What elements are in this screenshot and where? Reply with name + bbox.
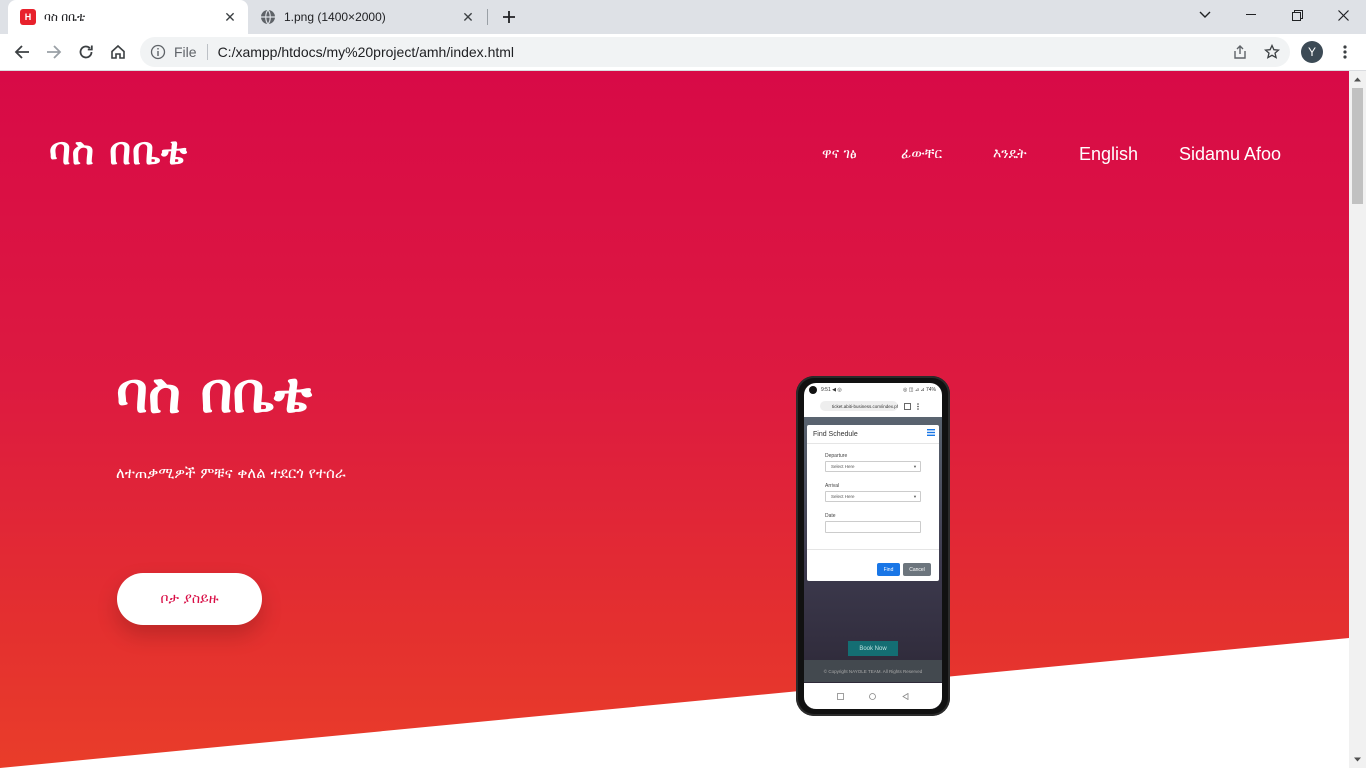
phone-status-left: 9:51 ◀ ◎ (821, 387, 842, 393)
nav-english[interactable]: English (1079, 142, 1138, 166)
chevron-down-icon (1199, 11, 1211, 18)
book-seat-button[interactable]: ቦታ ያስይዙ (117, 573, 262, 625)
modal-divider (807, 443, 939, 444)
phone-find-schedule-modal: Find Schedule Departure Select Here ▼ Ar… (807, 425, 939, 581)
site-favicon-icon: H (20, 9, 36, 25)
profile-avatar[interactable]: Y (1301, 41, 1323, 63)
phone-mockup-image: 9:51 ◀ ◎ ◎ ◫ ⊿ ⊿ 74% ticket.abiti-busine… (796, 376, 950, 716)
restore-button[interactable] (1274, 0, 1320, 30)
phone-tabs-icon (904, 402, 911, 410)
triangle-back-icon (902, 692, 909, 700)
scheme-label: File (174, 44, 197, 60)
star-icon[interactable] (1264, 44, 1280, 60)
share-icon[interactable] (1232, 44, 1248, 60)
tab-inactive[interactable]: 1.png (1400×2000) ✕ (250, 0, 486, 34)
minimize-button[interactable] (1228, 0, 1274, 30)
departure-label: Departure (825, 453, 848, 459)
phone-menu-icon (917, 402, 919, 410)
arrival-label: Arrival (825, 483, 840, 489)
modal-divider (807, 549, 939, 550)
page-scrollbar[interactable] (1349, 71, 1366, 768)
page-viewport: ባስ በቤቴ ዋና ገፅ ፊውቸር እንዴት English Sidamu Af… (0, 71, 1349, 768)
scrollbar-thumb[interactable] (1352, 88, 1363, 204)
tab-search-button[interactable] (1182, 0, 1228, 30)
phone-url-text: ticket.abiti-business.com/index.ph (820, 401, 898, 411)
tab-active[interactable]: H ባስ በቤቴ ✕ (8, 0, 248, 34)
hero-title: ባስ በቤቴ (116, 361, 312, 426)
phone-status-right: ◎ ◫ ⊿ ⊿ 74% (902, 387, 936, 393)
circle-icon (869, 692, 877, 700)
restore-icon (1291, 9, 1303, 21)
hero-subtitle: ለተጠቃሚዎች ምቹና ቀለል ተደርጎ የተሰራ (116, 464, 346, 482)
hamburger-icon (927, 429, 935, 436)
home-icon (111, 44, 125, 59)
square-icon (836, 692, 844, 700)
info-icon[interactable] (150, 44, 166, 60)
minimize-icon (1246, 14, 1256, 15)
arrival-select: Select Here ▼ (825, 491, 921, 502)
address-bar[interactable]: File C:/xampp/htdocs/my%20project/amh/in… (140, 37, 1290, 67)
phone-find-button: Find (877, 563, 900, 576)
arrow-left-icon (14, 45, 29, 59)
phone-footer: © Copyright NAYOLE TEAM. All Rights Rese… (804, 660, 942, 682)
caret-down-icon: ▼ (913, 464, 917, 469)
close-window-button[interactable] (1320, 0, 1366, 30)
phone-screen: 9:51 ◀ ◎ ◎ ◫ ⊿ ⊿ 74% ticket.abiti-busine… (804, 383, 942, 709)
departure-select: Select Here ▼ (825, 461, 921, 472)
forward-button[interactable] (40, 38, 68, 66)
close-icon (1337, 9, 1349, 21)
tab-divider (487, 9, 488, 25)
url-text[interactable]: C:/xampp/htdocs/my%20project/amh/index.h… (218, 44, 514, 60)
phone-status-bar: 9:51 ◀ ◎ ◎ ◫ ⊿ ⊿ 74% (804, 383, 942, 397)
nav-sidamu-afoo[interactable]: Sidamu Afoo (1179, 142, 1281, 166)
nav-features[interactable]: ፊውቸር (901, 142, 942, 166)
new-tab-button[interactable] (497, 5, 521, 29)
arrow-right-icon (47, 45, 62, 59)
close-tab-icon[interactable]: ✕ (458, 7, 478, 27)
globe-icon (261, 9, 275, 25)
browser-menu-button[interactable] (1331, 38, 1359, 66)
phone-url-bar: ticket.abiti-business.com/index.ph (804, 397, 942, 415)
site-logo[interactable]: ባስ በቤቴ (49, 129, 188, 174)
reload-icon (79, 45, 93, 59)
phone-cancel-button: Cancel (903, 563, 931, 576)
browser-toolbar: File C:/xampp/htdocs/my%20project/amh/in… (0, 34, 1366, 71)
back-button[interactable] (8, 38, 36, 66)
date-input (825, 521, 921, 533)
close-tab-icon[interactable]: ✕ (220, 7, 240, 27)
tab-title: 1.png (1400×2000) (284, 10, 386, 24)
departure-value: Select Here (831, 464, 855, 469)
phone-nav-bar (804, 683, 942, 709)
nav-how[interactable]: እንዴት (993, 142, 1027, 166)
tab-title: ባስ በቤቴ (44, 9, 86, 24)
browser-tab-strip: H ባስ በቤቴ ✕ 1.png (1400×2000) ✕ (0, 0, 1366, 34)
arrival-value: Select Here (831, 494, 855, 499)
caret-down-icon: ▼ (913, 494, 917, 499)
phone-book-now-button: Book Now (848, 641, 898, 656)
scroll-down-icon[interactable] (1353, 755, 1362, 764)
date-label: Date (825, 513, 836, 519)
reload-button[interactable] (72, 38, 100, 66)
modal-title: Find Schedule (813, 431, 858, 438)
home-button[interactable] (104, 38, 132, 66)
kebab-menu-icon (1343, 45, 1347, 59)
scroll-up-icon[interactable] (1353, 75, 1362, 84)
plus-icon (503, 11, 515, 23)
nav-home[interactable]: ዋና ገፅ (822, 142, 857, 166)
camera-icon (809, 386, 817, 394)
address-divider (206, 44, 208, 60)
